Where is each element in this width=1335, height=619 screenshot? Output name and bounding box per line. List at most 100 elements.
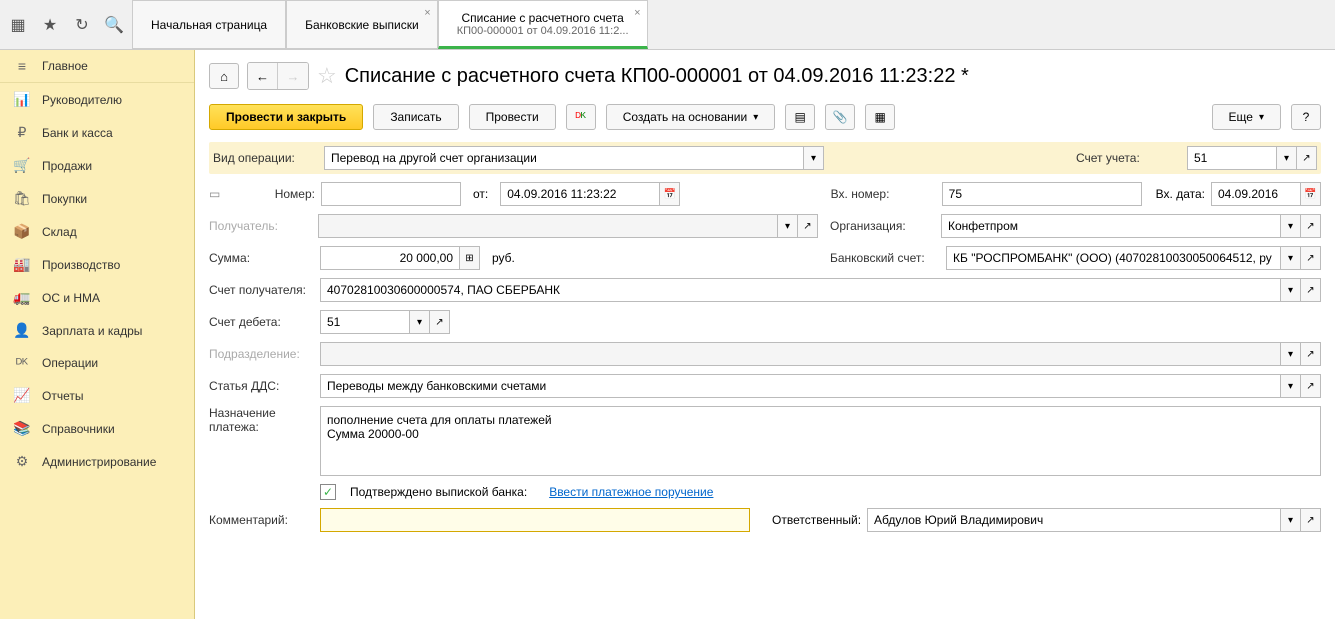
sidebar-item-production[interactable]: 🏭Производство <box>0 248 194 281</box>
enter-order-link[interactable]: Ввести платежное поручение <box>549 485 713 499</box>
op-type-label: Вид операции: <box>213 151 318 165</box>
in-date-input[interactable] <box>1211 182 1301 206</box>
dropdown-icon[interactable]: ▾ <box>1281 374 1301 398</box>
home-button[interactable]: ⌂ <box>209 63 239 89</box>
sidebar-item-purchases[interactable]: 🛍 Покупки <box>0 182 194 215</box>
sidebar-item-main[interactable]: ≡Главное <box>0 50 194 83</box>
bank-input[interactable] <box>946 246 1281 270</box>
dropdown-icon[interactable]: ▾ <box>1277 146 1297 170</box>
save-button[interactable]: Записать <box>373 104 458 130</box>
more-button[interactable]: Еще <box>1212 104 1281 130</box>
help-button[interactable]: ? <box>1291 104 1321 130</box>
open-icon[interactable]: ↗ <box>1301 342 1321 366</box>
account-input[interactable] <box>1187 146 1277 170</box>
close-icon[interactable]: × <box>424 7 430 19</box>
print-button[interactable]: ▤ <box>785 104 815 130</box>
confirmed-checkbox[interactable]: ✓ <box>320 484 336 500</box>
op-type-input[interactable] <box>324 146 804 170</box>
back-button[interactable]: ← <box>248 63 278 89</box>
forward-button[interactable]: → <box>278 63 308 89</box>
history-icon[interactable]: ↻ <box>72 15 92 35</box>
open-icon[interactable]: ↗ <box>798 214 818 238</box>
sidebar-label: Главное <box>42 59 88 73</box>
sidebar-label: Покупки <box>42 192 87 206</box>
org-input[interactable] <box>941 214 1281 238</box>
dept-input[interactable] <box>320 342 1281 366</box>
search-icon[interactable]: 🔍 <box>104 15 124 35</box>
create-based-button[interactable]: Создать на основании <box>606 104 776 130</box>
debit-input[interactable] <box>320 310 410 334</box>
sidebar-item-bank[interactable]: ₽ Банк и касса <box>0 116 194 149</box>
tab-bank-statements[interactable]: Банковские выписки × <box>286 0 438 49</box>
basket-icon: 🛍 <box>12 190 32 207</box>
dds-input[interactable] <box>320 374 1281 398</box>
dropdown-icon[interactable]: ▾ <box>804 146 824 170</box>
ruble-icon: ₽ <box>12 124 32 141</box>
apps-icon[interactable]: ▦ <box>8 15 28 35</box>
dropdown-icon[interactable]: ▾ <box>1281 278 1301 302</box>
responsible-input[interactable] <box>867 508 1281 532</box>
number-input[interactable] <box>321 182 461 206</box>
open-icon[interactable]: ↗ <box>1301 214 1321 238</box>
sidebar-label: Банк и касса <box>42 126 113 140</box>
sidebar-item-catalogs[interactable]: 📚Справочники <box>0 412 194 445</box>
sum-label: Сумма: <box>209 251 314 265</box>
attach-button[interactable]: 📎 <box>825 104 855 130</box>
open-icon[interactable]: ↗ <box>1301 246 1321 270</box>
open-icon[interactable]: ↗ <box>1301 278 1321 302</box>
sidebar-item-assets[interactable]: 🚛ОС и НМА <box>0 281 194 314</box>
purpose-textarea[interactable] <box>320 406 1321 476</box>
calc-icon[interactable]: ⊞ <box>460 246 480 270</box>
from-label: от: <box>473 187 488 201</box>
chart-icon: 📊 <box>12 91 32 108</box>
top-toolbar: ▦ ★ ↻ 🔍 Начальная страница Банковские вы… <box>0 0 1335 50</box>
dropdown-icon[interactable]: ▾ <box>1281 214 1301 238</box>
tab-document[interactable]: Списание с расчетного счета КП00-000001 … <box>438 0 648 49</box>
sidebar-label: Продажи <box>42 159 92 173</box>
dept-label: Подразделение: <box>209 347 314 361</box>
org-label: Организация: <box>830 219 935 233</box>
sidebar-label: Склад <box>42 225 77 239</box>
dropdown-icon[interactable]: ▾ <box>1281 246 1301 270</box>
sidebar: ≡Главное 📊Руководителю ₽ Банк и касса 🛒Пр… <box>0 50 195 619</box>
sidebar-item-manager[interactable]: 📊Руководителю <box>0 83 194 116</box>
open-icon[interactable]: ↗ <box>430 310 450 334</box>
recipient-input[interactable] <box>318 214 778 238</box>
favorite-star-icon[interactable]: ☆ <box>317 63 337 89</box>
open-icon[interactable]: ↗ <box>1301 508 1321 532</box>
sidebar-item-sales[interactable]: 🛒Продажи <box>0 149 194 182</box>
calendar-icon[interactable]: 📅 <box>1301 182 1321 206</box>
comment-input[interactable] <box>320 508 750 532</box>
in-date-label: Вх. дата: <box>1156 187 1205 201</box>
dropdown-icon[interactable]: ▾ <box>778 214 798 238</box>
post-button[interactable]: Провести <box>469 104 556 130</box>
dropdown-icon[interactable]: ▾ <box>410 310 430 334</box>
dropdown-icon[interactable]: ▾ <box>1281 342 1301 366</box>
star-icon[interactable]: ★ <box>40 15 60 35</box>
open-icon[interactable]: ↗ <box>1301 374 1321 398</box>
in-number-input[interactable] <box>942 182 1142 206</box>
responsible-label: Ответственный: <box>772 513 861 527</box>
sum-input[interactable] <box>320 246 460 270</box>
book-icon: 📚 <box>12 420 32 437</box>
template-button[interactable]: ▦ <box>865 104 895 130</box>
sidebar-item-admin[interactable]: ⚙Администрирование <box>0 445 194 478</box>
sidebar-item-reports[interactable]: 📈Отчеты <box>0 379 194 412</box>
sidebar-item-hr[interactable]: 👤 Зарплата и кадры <box>0 314 194 347</box>
sidebar-label: Зарплата и кадры <box>42 324 142 338</box>
sidebar-label: Операции <box>42 356 98 370</box>
calendar-icon[interactable]: 📅 <box>660 182 680 206</box>
tab-label: Банковские выписки <box>305 18 419 32</box>
date-input[interactable] <box>500 182 660 206</box>
sidebar-item-warehouse[interactable]: 📦Склад <box>0 215 194 248</box>
dropdown-icon[interactable]: ▾ <box>1281 508 1301 532</box>
open-icon[interactable]: ↗ <box>1297 146 1317 170</box>
close-icon[interactable]: × <box>634 7 640 19</box>
post-and-close-button[interactable]: Провести и закрыть <box>209 104 363 130</box>
r-account-input[interactable] <box>320 278 1281 302</box>
in-number-label: Вх. номер: <box>831 187 936 201</box>
tab-start[interactable]: Начальная страница <box>132 0 286 49</box>
person-icon: 👤 <box>12 322 32 339</box>
sidebar-item-ops[interactable]: ᴰᴷОперации <box>0 347 194 379</box>
dt-kt-button[interactable]: ᴰᴷ <box>566 104 596 130</box>
